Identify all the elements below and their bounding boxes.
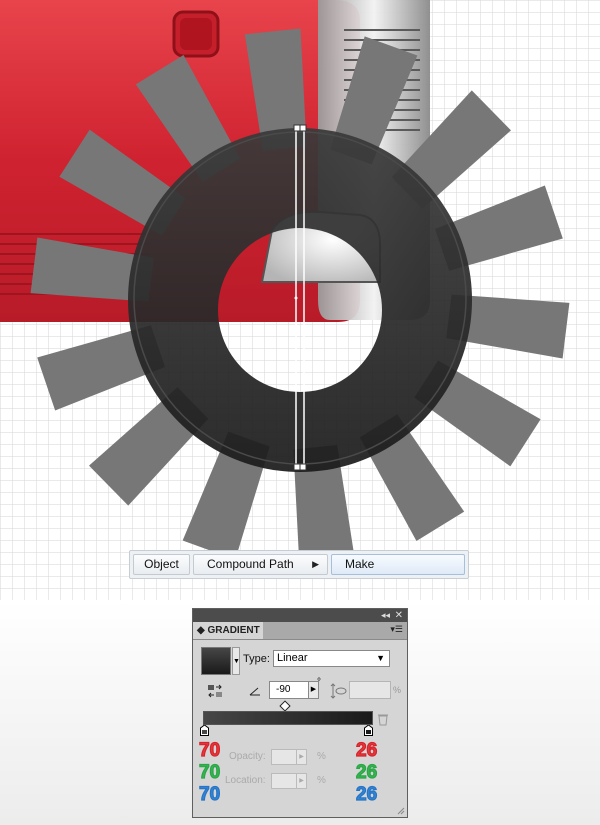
location-percent: % — [317, 775, 326, 786]
start-red-value: 70 — [198, 740, 221, 761]
triangle-right-icon: ▶ — [312, 559, 319, 569]
anchor-point-top-right[interactable] — [299, 124, 307, 132]
reverse-gradient-icon[interactable] — [207, 684, 223, 698]
end-green-value: 26 — [355, 762, 378, 783]
type-select-value: Linear — [277, 652, 308, 664]
close-icon[interactable]: ✕ — [395, 609, 403, 622]
swatch-dropdown-icon[interactable]: ▼ — [232, 647, 240, 675]
location-stepper-icon[interactable]: ▶ — [297, 773, 307, 789]
start-blue-value: 70 — [198, 784, 221, 805]
gradient-panel: ◂◂ ✕ ◆ GRADIENT ▾☰ ▼ Type: Linear ▼ -90 … — [192, 608, 408, 818]
angle-input[interactable]: -90 — [269, 681, 309, 699]
anchor-point-top[interactable] — [293, 124, 301, 132]
opacity-input[interactable] — [271, 749, 297, 765]
opacity-stepper-icon[interactable]: ▶ — [297, 749, 307, 765]
aspect-ratio-input[interactable] — [349, 681, 391, 699]
type-select[interactable]: Linear ▼ — [273, 650, 390, 667]
gradient-swatch[interactable] — [201, 647, 231, 675]
anchor-point-bottom-right[interactable] — [299, 463, 307, 471]
aspect-percent: % — [393, 685, 402, 695]
degree-symbol: ° — [317, 677, 321, 688]
anchor-point-bottom[interactable] — [293, 463, 301, 471]
gradient-midpoint-diamond[interactable] — [279, 700, 291, 712]
menu-item-make[interactable]: Make — [331, 554, 465, 575]
type-label: Type: — [243, 653, 270, 665]
opacity-label: Opacity: — [229, 751, 266, 762]
center-point — [294, 296, 298, 300]
tab-arrows-icon: ◆ — [197, 625, 208, 636]
end-blue-value: 26 — [355, 784, 378, 805]
opacity-percent: % — [317, 751, 326, 762]
gradient-ramp[interactable] — [203, 711, 373, 725]
collapse-icon[interactable]: ◂◂ — [381, 609, 390, 622]
start-green-value: 70 — [198, 762, 221, 783]
context-menu: Object Compound Path ▶ Make — [129, 550, 469, 579]
tab-gradient-label: GRADIENT — [207, 625, 260, 636]
angle-icon — [249, 687, 260, 696]
menu-item-object[interactable]: Object — [133, 554, 190, 575]
menu-item-compound-path-label: Compound Path — [207, 557, 294, 571]
chevron-down-icon: ▼ — [376, 653, 385, 663]
tab-gradient[interactable]: ◆ GRADIENT — [193, 622, 263, 639]
gradient-stop-end[interactable] — [364, 725, 373, 736]
end-red-value: 26 — [355, 740, 378, 761]
trash-icon[interactable] — [377, 713, 389, 726]
gradient-stop-start[interactable] — [200, 725, 209, 736]
location-label: Location: — [225, 775, 266, 786]
aspect-ratio-icon — [330, 683, 347, 699]
resize-grip-icon[interactable] — [397, 807, 405, 815]
location-input[interactable] — [271, 773, 297, 789]
panel-tab-strip: ◆ GRADIENT ▾☰ — [193, 622, 407, 640]
panel-menu-icon[interactable]: ▾☰ — [390, 624, 403, 635]
artboard-canvas[interactable] — [0, 0, 600, 600]
panel-title-bar[interactable]: ◂◂ ✕ — [193, 609, 407, 622]
menu-item-compound-path[interactable]: Compound Path ▶ — [193, 554, 328, 575]
